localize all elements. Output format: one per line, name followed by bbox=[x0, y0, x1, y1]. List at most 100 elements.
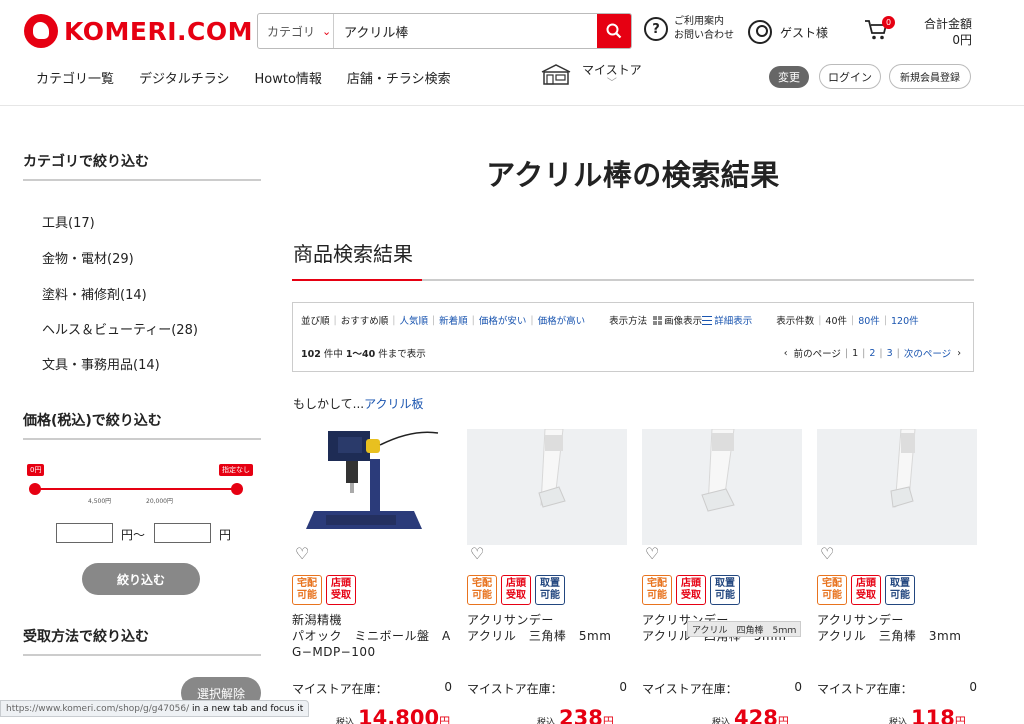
price-max-flag: 指定なし bbox=[219, 464, 253, 476]
price-slider-track[interactable] bbox=[34, 488, 238, 490]
suggest-prefix: もしかして... bbox=[293, 397, 365, 411]
account-link[interactable]: ゲスト様 bbox=[748, 20, 828, 44]
page-2[interactable]: 2 bbox=[869, 348, 875, 359]
product-image[interactable] bbox=[642, 428, 802, 545]
result-total: 102 bbox=[301, 349, 321, 360]
product-name[interactable]: 新潟精機 パオック ミニボール盤 A G−MDP−100 bbox=[292, 612, 452, 660]
komeri-logo[interactable]: KOMERI.COM bbox=[24, 14, 253, 48]
register-button[interactable]: 新規会員登録 bbox=[889, 64, 971, 89]
product-name[interactable]: アクリサンデー アクリル 三角棒 3mm bbox=[817, 612, 977, 644]
stock-value: 0 bbox=[969, 680, 977, 694]
chevron-down-icon: ﹀ bbox=[606, 78, 617, 89]
category-filter-item[interactable]: 工具(17) bbox=[42, 212, 95, 231]
product-image[interactable] bbox=[817, 428, 977, 545]
favorite-heart-icon[interactable]: ♡ bbox=[820, 544, 834, 563]
suggest-link[interactable]: アクリル板 bbox=[364, 397, 423, 411]
category-filter-item[interactable]: ヘルス＆ビューティー(28) bbox=[42, 319, 198, 338]
status-url: https://www.komeri.com/shop/g/g47056/ bbox=[6, 703, 190, 714]
stock-label: マイストア在庫： bbox=[642, 682, 738, 696]
category-filter-item[interactable]: 塗料・補修剤(14) bbox=[42, 284, 147, 303]
category-filter-item[interactable]: 金物・電材(29) bbox=[42, 248, 134, 267]
guest-label: ゲスト様 bbox=[780, 25, 829, 40]
cart-button[interactable]: 0 bbox=[864, 16, 895, 43]
sort-label: 並び順 bbox=[301, 316, 330, 327]
search-button[interactable] bbox=[597, 14, 631, 48]
product-image[interactable] bbox=[467, 428, 627, 545]
sort-option-price-high[interactable]: 価格が高い bbox=[538, 313, 586, 327]
delivery-badges: 宅配 可能 店頭 受取 bbox=[292, 575, 360, 605]
search-icon bbox=[606, 23, 622, 39]
stock-value: 0 bbox=[444, 680, 452, 694]
cart-total: 合計金額 0円 bbox=[924, 16, 972, 48]
favorite-heart-icon[interactable]: ♡ bbox=[470, 544, 484, 563]
search-input[interactable] bbox=[334, 14, 597, 48]
price-max-handle[interactable] bbox=[231, 483, 243, 495]
category-filter-item[interactable]: 文具・事務用品(14) bbox=[42, 354, 160, 373]
price-min-input[interactable] bbox=[56, 523, 113, 543]
stock-value: 0 bbox=[794, 680, 802, 694]
pagination: ‹ 前のページ | 1 | 2 | 3 | 次のページ › bbox=[783, 346, 961, 361]
stock-value: 0 bbox=[619, 680, 627, 694]
product-image[interactable] bbox=[292, 429, 452, 545]
sort-option-recommended: おすすめ順 bbox=[340, 316, 389, 327]
logo-text: KOMERI.COM bbox=[64, 16, 253, 46]
page-3[interactable]: 3 bbox=[887, 348, 893, 359]
stock-label: マイストア在庫： bbox=[292, 682, 388, 696]
status-hint: in a new tab and focus it bbox=[192, 703, 304, 714]
section-divider bbox=[292, 279, 974, 281]
price-yen: 円 bbox=[602, 715, 614, 724]
price-yen: 円 bbox=[954, 715, 966, 724]
login-button[interactable]: ログイン bbox=[819, 64, 881, 89]
tax-label: 税込 bbox=[889, 718, 908, 724]
price-from-unit: 円〜 bbox=[121, 528, 146, 542]
nav-category-list[interactable]: カテゴリ一覧 bbox=[36, 68, 114, 87]
result-count: 102 件中 1〜40 件まで表示 bbox=[301, 346, 426, 360]
price-to-unit: 円 bbox=[219, 528, 232, 542]
mystore-selector[interactable]: マイストア ﹀ bbox=[540, 63, 642, 91]
filter-button[interactable]: 絞り込む bbox=[82, 563, 200, 595]
product-name[interactable]: アクリサンデー アクリル 三角棒 5mm bbox=[467, 612, 627, 644]
tax-label: 税込 bbox=[537, 718, 556, 724]
divider bbox=[23, 654, 261, 656]
product-price: 税込 238 円 bbox=[537, 706, 614, 724]
product-price: 税込 118 円 bbox=[889, 706, 966, 724]
sort-option-price-low[interactable]: 価格が安い bbox=[479, 313, 527, 327]
stock-label: マイストア在庫： bbox=[817, 682, 913, 696]
sort-option-popular[interactable]: 人気順 bbox=[399, 313, 428, 327]
favorite-heart-icon[interactable]: ♡ bbox=[645, 544, 659, 563]
favorite-heart-icon[interactable]: ♡ bbox=[295, 544, 309, 563]
view-detail[interactable]: 詳細表示 bbox=[714, 313, 752, 327]
view-label: 表示方法 bbox=[609, 316, 648, 327]
list-view-icon bbox=[702, 315, 713, 325]
price-min-handle[interactable] bbox=[29, 483, 41, 495]
price-max-input[interactable] bbox=[154, 523, 211, 543]
acrylic-rod-image bbox=[467, 428, 627, 545]
price-min-flag: 0円 bbox=[27, 464, 45, 476]
mystore-label: マイストア bbox=[582, 63, 642, 77]
next-page[interactable]: 次のページ bbox=[904, 346, 951, 360]
site-header: KOMERI.COM カテゴリ ⌄ ? ご利用案内 お問い合わせ ゲスト様 0 … bbox=[0, 0, 1024, 106]
badge-hold: 取置 可能 bbox=[885, 575, 915, 605]
total-label: 合計金額 bbox=[923, 17, 972, 31]
tax-label: 税込 bbox=[336, 718, 355, 724]
product-card[interactable]: ♡ 宅配 可能 店頭 受取 取置 可能 アクリサンデー アクリル 三角棒 5mm… bbox=[467, 418, 627, 724]
nav-howto[interactable]: Howto情報 bbox=[255, 68, 322, 87]
product-card[interactable]: ♡ 宅配 可能 店頭 受取 新潟精機 パオック ミニボール盤 A G−MDP−1… bbox=[292, 418, 452, 724]
product-card[interactable]: ♡ 宅配 可能 店頭 受取 取置 可能 アクリサンデー アクリル 三角棒 3mm… bbox=[817, 418, 977, 724]
per-page-80[interactable]: 80件 bbox=[858, 313, 880, 327]
nav-digital-flyer[interactable]: デジタルチラシ bbox=[139, 68, 229, 87]
search-bar: カテゴリ ⌄ bbox=[257, 13, 632, 49]
page-1: 1 bbox=[852, 347, 859, 359]
sort-option-newest[interactable]: 新着順 bbox=[439, 313, 468, 327]
change-store-button[interactable]: 変更 bbox=[769, 66, 809, 88]
result-toolbar: 並び順 | おすすめ順 | 人気順 | 新着順 | 価格が安い | 価格が高い 表示方法 … bbox=[292, 302, 974, 372]
price-tick-label: 4,500円 bbox=[88, 498, 112, 505]
search-category-label: カテゴリ bbox=[267, 24, 316, 39]
product-card[interactable]: ♡ 宅配 可能 店頭 受取 取置 可能 アクリサンデー アクリル 四角棒 5mm… bbox=[642, 418, 802, 724]
browser-status-bar: https://www.komeri.com/shop/g/g47056/ in… bbox=[0, 700, 310, 717]
search-category-select[interactable]: カテゴリ ⌄ bbox=[258, 14, 334, 48]
per-page-120[interactable]: 120件 bbox=[891, 313, 919, 327]
per-page-label: 表示件数 bbox=[776, 316, 815, 327]
nav-store-search[interactable]: 店舗・チラシ検索 bbox=[347, 68, 451, 87]
help-link[interactable]: ? ご利用案内 お問い合わせ bbox=[644, 15, 734, 43]
